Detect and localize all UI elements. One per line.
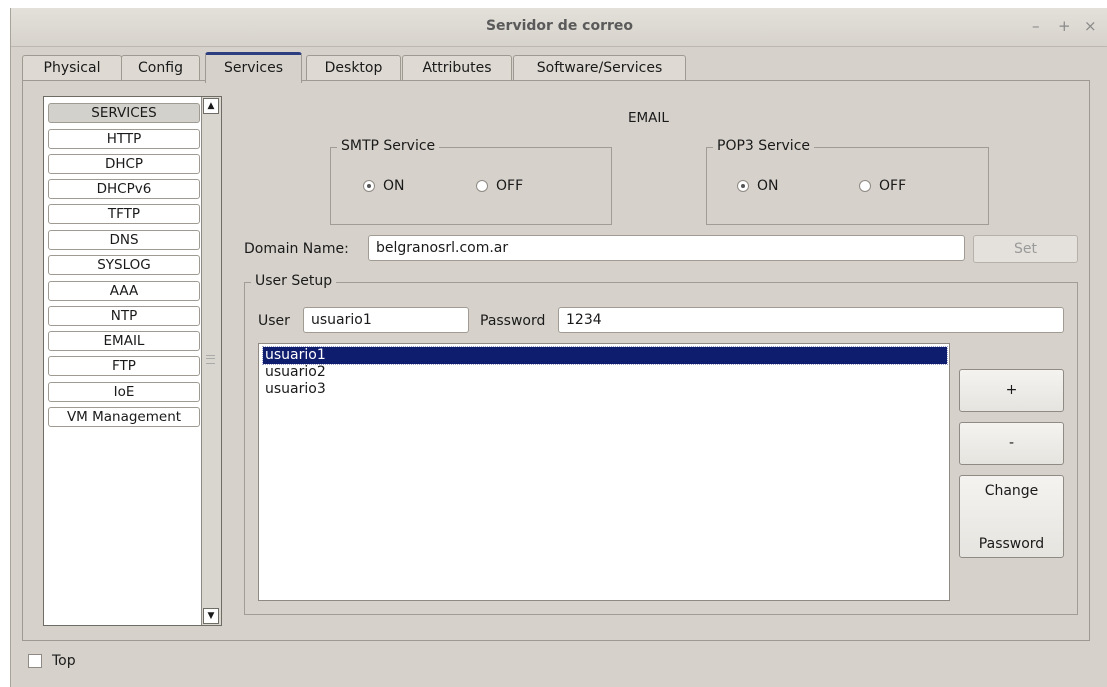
- sidebar-item-dhcpv6[interactable]: DHCPv6: [48, 179, 200, 199]
- sidebar-item-syslog[interactable]: SYSLOG: [48, 255, 200, 275]
- sidebar-item-vm-management[interactable]: VM Management: [48, 407, 200, 427]
- smtp-on-radio[interactable]: ON: [363, 178, 405, 194]
- sidebar-item-ntp[interactable]: NTP: [48, 306, 200, 326]
- pop3-off-radio[interactable]: OFF: [859, 178, 906, 194]
- scroll-grip-icon[interactable]: [206, 355, 215, 364]
- tab-physical[interactable]: Physical: [22, 55, 122, 80]
- radio-unchecked-icon[interactable]: [859, 180, 871, 192]
- page-title: EMAIL: [628, 110, 669, 126]
- pop3-on-radio[interactable]: ON: [737, 178, 779, 194]
- sidebar-item-ioe[interactable]: IoE: [48, 382, 200, 402]
- sidebar-item-dns[interactable]: DNS: [48, 230, 200, 250]
- tab-attributes[interactable]: Attributes: [402, 55, 512, 80]
- list-item[interactable]: usuario1: [262, 346, 948, 365]
- sidebar-item-aaa[interactable]: AAA: [48, 281, 200, 301]
- domain-name-input[interactable]: belgranosrl.com.ar: [368, 235, 965, 261]
- domain-name-label: Domain Name:: [244, 241, 349, 257]
- password-input[interactable]: 1234: [558, 307, 1064, 333]
- close-icon[interactable]: ×: [1084, 17, 1097, 35]
- scroll-up-icon[interactable]: ▲: [203, 98, 219, 114]
- tab-services[interactable]: Services: [205, 52, 302, 83]
- sidebar-item-http[interactable]: HTTP: [48, 129, 200, 149]
- user-setup-label: User Setup: [251, 273, 337, 289]
- add-user-button[interactable]: +: [959, 369, 1064, 412]
- user-label: User: [258, 313, 290, 329]
- window-title: Servidor de correo: [485, 18, 634, 34]
- sidebar-scrollbar[interactable]: ▲ ▼: [201, 97, 221, 625]
- maximize-icon[interactable]: +: [1058, 17, 1071, 35]
- tab-software-services[interactable]: Software/Services: [513, 55, 686, 80]
- set-button[interactable]: Set: [973, 235, 1078, 263]
- smtp-off-radio[interactable]: OFF: [476, 178, 523, 194]
- remove-user-button[interactable]: -: [959, 422, 1064, 465]
- sidebar-item-services[interactable]: SERVICES: [48, 103, 200, 123]
- radio-checked-icon[interactable]: [737, 180, 749, 192]
- smtp-service-group: SMTP Service ON OFF: [330, 138, 612, 225]
- pop3-service-group: POP3 Service ON OFF: [706, 138, 989, 225]
- title-bar: Servidor de correo – + ×: [11, 8, 1107, 47]
- list-item[interactable]: usuario3: [263, 381, 947, 398]
- radio-unchecked-icon[interactable]: [476, 180, 488, 192]
- sidebar-item-email[interactable]: EMAIL: [48, 331, 200, 351]
- tab-desktop[interactable]: Desktop: [306, 55, 401, 80]
- user-list[interactable]: usuario1 usuario2 usuario3: [258, 343, 950, 601]
- password-label: Password: [480, 313, 546, 329]
- user-input[interactable]: usuario1: [303, 307, 469, 333]
- list-item[interactable]: usuario2: [263, 364, 947, 381]
- smtp-off-label: OFF: [496, 178, 524, 194]
- smtp-service-label: SMTP Service: [337, 138, 440, 154]
- top-checkbox[interactable]: [28, 654, 42, 668]
- sidebar-item-ftp[interactable]: FTP: [48, 356, 200, 376]
- pop3-off-label: OFF: [879, 178, 907, 194]
- top-checkbox-label: Top: [52, 653, 76, 669]
- tab-config[interactable]: Config: [121, 55, 200, 80]
- minimize-icon[interactable]: –: [1032, 17, 1040, 35]
- sidebar-item-dhcp[interactable]: DHCP: [48, 154, 200, 174]
- pop3-on-label: ON: [757, 178, 779, 194]
- smtp-on-label: ON: [383, 178, 405, 194]
- change-password-line1: Change: [984, 483, 1039, 499]
- scroll-down-icon[interactable]: ▼: [203, 608, 219, 624]
- sidebar-item-tftp[interactable]: TFTP: [48, 204, 200, 224]
- change-password-line2: Password: [978, 536, 1045, 552]
- pop3-service-label: POP3 Service: [713, 138, 815, 154]
- services-list[interactable]: SERVICES HTTP DHCP DHCPv6 TFTP DNS SYSLO…: [43, 96, 222, 626]
- change-password-button[interactable]: Change Password: [959, 475, 1064, 558]
- radio-checked-icon[interactable]: [363, 180, 375, 192]
